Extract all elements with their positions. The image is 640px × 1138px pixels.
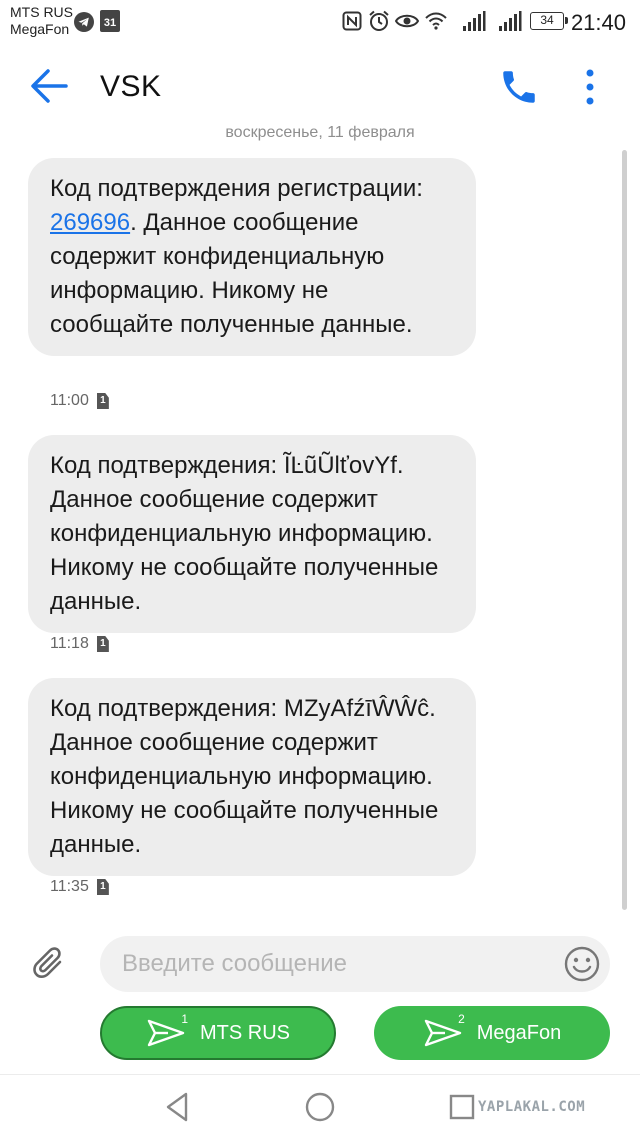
signal-icon bbox=[463, 11, 486, 31]
status-bar: MTS RUS MegaFon 31 34 21:40 bbox=[0, 0, 640, 44]
wifi-icon bbox=[425, 12, 447, 30]
nav-home-icon[interactable] bbox=[302, 1089, 338, 1125]
contact-title: VSK bbox=[100, 70, 162, 103]
back-arrow-icon[interactable] bbox=[26, 66, 72, 106]
more-vert-icon[interactable] bbox=[576, 66, 604, 108]
send-sim2-button[interactable]: 2 MegaFon bbox=[374, 1006, 610, 1060]
message-meta: 11:35 1 bbox=[50, 878, 109, 896]
sim-card-icon: 1 bbox=[96, 393, 109, 409]
message-text: Код подтверждения регистрации: bbox=[50, 175, 423, 202]
message-bubble[interactable]: Код подтверждения регистрации: 269696. Д… bbox=[28, 158, 476, 356]
message-time: 11:18 bbox=[50, 635, 89, 652]
date-separator: воскресенье, 11 февраля bbox=[225, 124, 415, 141]
message-text: Код подтверждения: ĨĿũŨlťovYf. Данное со… bbox=[50, 452, 439, 615]
send-sim1-label: MTS RUS bbox=[200, 1021, 290, 1044]
message-meta: 11:18 1 bbox=[50, 635, 109, 653]
message-meta: 11:00 1 bbox=[50, 392, 109, 410]
calendar-icon: 31 bbox=[100, 10, 120, 32]
send-sim2-label: MegaFon bbox=[476, 1021, 562, 1044]
paperclip-icon[interactable] bbox=[30, 944, 70, 984]
sim1-number: 1 bbox=[181, 1012, 188, 1026]
battery-icon: 34 bbox=[530, 12, 568, 30]
emoji-icon[interactable] bbox=[562, 944, 602, 984]
scrollbar[interactable] bbox=[622, 150, 627, 910]
message-text: Код подтверждения: MZyAfźīŴŴĉ. Данное со… bbox=[50, 695, 439, 858]
signal-icon bbox=[499, 11, 522, 31]
nfc-icon bbox=[342, 11, 362, 31]
message-bubble[interactable]: Код подтверждения: MZyAfźīŴŴĉ. Данное со… bbox=[28, 678, 476, 876]
send-icon: 1 bbox=[146, 1012, 188, 1048]
nav-recents-icon[interactable] bbox=[444, 1089, 480, 1125]
battery-level: 34 bbox=[540, 13, 554, 27]
eye-icon bbox=[395, 14, 419, 28]
watermark: YAPLAKAL.COM bbox=[478, 1099, 586, 1115]
telegram-icon bbox=[74, 12, 94, 32]
phone-icon[interactable] bbox=[498, 66, 540, 108]
carrier-2: MegaFon bbox=[10, 21, 70, 37]
message-input[interactable] bbox=[100, 936, 610, 992]
calendar-day: 31 bbox=[103, 17, 117, 29]
alarm-icon bbox=[369, 10, 389, 31]
navigation-bar: YAPLAKAL.COM bbox=[0, 1074, 640, 1138]
carrier-1: MTS RUS bbox=[10, 4, 73, 20]
app-bar: VSK bbox=[0, 44, 640, 128]
sim-card-icon: 1 bbox=[96, 636, 109, 652]
confirmation-code-link[interactable]: 269696 bbox=[50, 209, 130, 236]
send-icon: 2 bbox=[423, 1012, 465, 1048]
status-time: 21:40 bbox=[570, 10, 626, 35]
nav-back-icon[interactable] bbox=[160, 1089, 196, 1125]
message-bubble[interactable]: Код подтверждения: ĨĿũŨlťovYf. Данное со… bbox=[28, 435, 476, 633]
message-time: 11:00 bbox=[50, 392, 89, 409]
message-time: 11:35 bbox=[50, 878, 89, 895]
sim-card-icon: 1 bbox=[96, 879, 109, 895]
carrier-names: MTS RUS MegaFon bbox=[10, 4, 73, 38]
sim2-number: 2 bbox=[458, 1012, 465, 1026]
send-sim1-button[interactable]: 1 MTS RUS bbox=[100, 1006, 336, 1060]
